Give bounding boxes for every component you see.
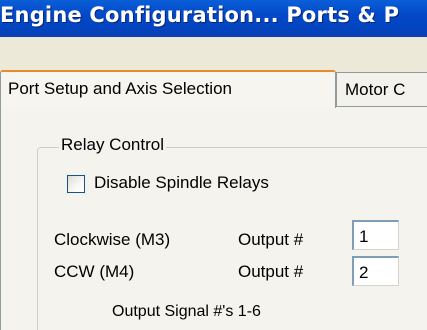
clockwise-output-label: Output # (238, 230, 304, 249)
tab-motor-outputs[interactable]: Motor C (336, 72, 427, 108)
output-signal-range-note: Output Signal #'s 1-6 (112, 303, 261, 320)
tab-port-setup[interactable]: Port Setup and Axis Selection (0, 70, 336, 108)
clockwise-label: Clockwise (M3) (54, 230, 171, 249)
window-title: Engine Configuration... Ports & P (0, 3, 400, 27)
ccw-output-label: Output # (238, 262, 304, 281)
relay-control-legend: Relay Control (59, 135, 166, 155)
engine-configuration-window: Engine Configuration... Ports & P Port S… (0, 0, 427, 330)
ccw-output-field[interactable]: 2 (352, 256, 399, 286)
ccw-label: CCW (M4) (54, 262, 135, 281)
disable-spindle-relays-label: Disable Spindle Relays (94, 173, 269, 192)
title-bar[interactable]: Engine Configuration... Ports & P (0, 0, 427, 37)
disable-spindle-relays-checkbox[interactable] (67, 175, 85, 193)
tab-strip: Port Setup and Axis Selection Motor C (0, 70, 427, 108)
clockwise-output-field[interactable]: 1 (352, 220, 399, 250)
tab-panel: Relay Control (0, 106, 427, 330)
